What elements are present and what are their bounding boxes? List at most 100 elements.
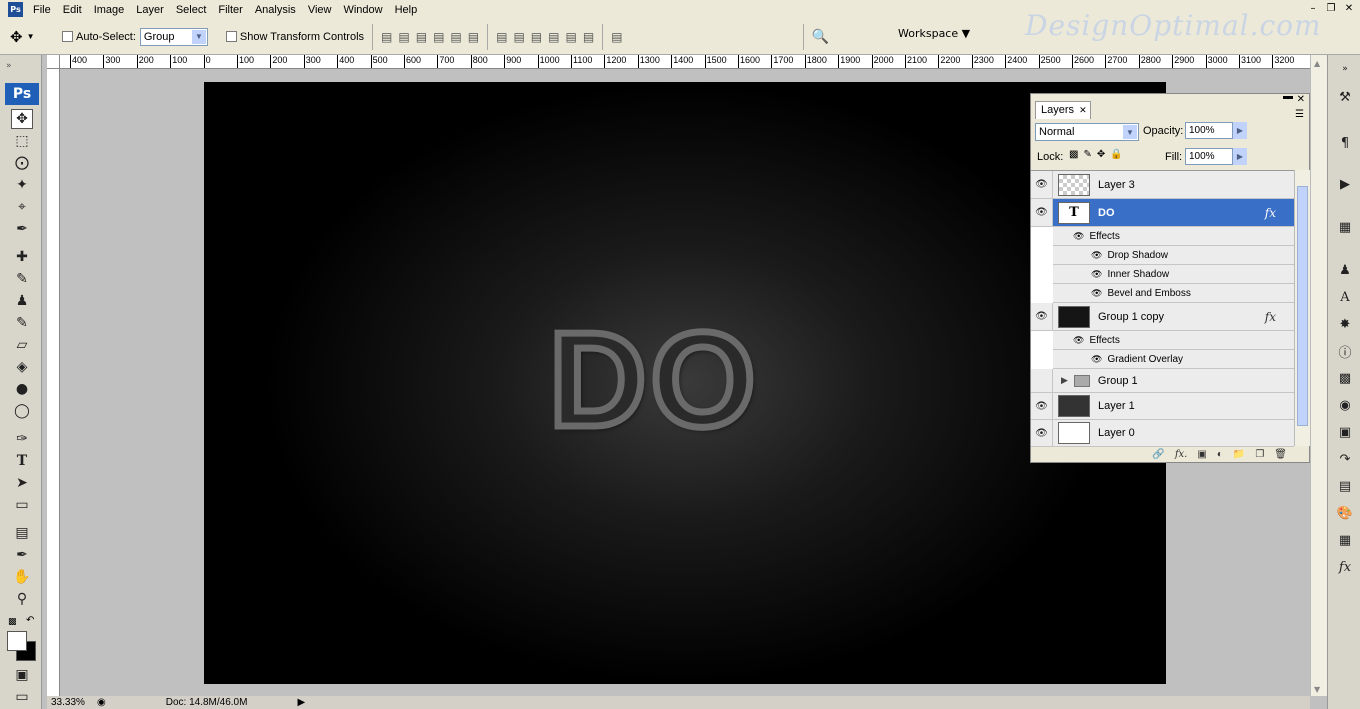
slice-tool-icon[interactable]: ✒ <box>11 219 33 239</box>
visibility-eye-icon[interactable]: 👁 <box>1073 231 1084 242</box>
color-icon[interactable]: 🎨 <box>1334 503 1356 523</box>
add-mask-icon[interactable]: ▣ <box>1197 449 1206 460</box>
eraser-tool-icon[interactable]: ▱ <box>11 335 33 355</box>
effect-row-inner-shadow[interactable]: 👁 Inner Shadow <box>1053 265 1294 284</box>
new-group-icon[interactable]: 📁 <box>1233 449 1245 460</box>
fx-icon[interactable]: fx <box>1265 310 1276 324</box>
visibility-eye-icon[interactable]: 👁 <box>1031 171 1053 198</box>
hand-tool-icon[interactable]: ✋ <box>11 567 33 587</box>
effect-row-gradient-overlay[interactable]: 👁 Gradient Overlay <box>1053 350 1294 369</box>
crop-tool-icon[interactable]: ⌖ <box>11 197 33 217</box>
visibility-eye-icon[interactable]: 👁 <box>1091 288 1102 299</box>
close-icon[interactable]: ✕ <box>1297 94 1305 105</box>
align-right-icon[interactable]: ▤ <box>468 30 479 44</box>
dock-collapse-icon[interactable]: » <box>1334 59 1356 79</box>
distribute-hcenter-icon[interactable]: ▤ <box>565 30 576 44</box>
auto-select-checkbox[interactable]: Auto-Select: <box>62 31 136 43</box>
zoom-level[interactable]: 33.33% <box>47 697 93 708</box>
align-left-icon[interactable]: ▤ <box>433 30 444 44</box>
notes-tool-icon[interactable]: ▤ <box>11 523 33 543</box>
marquee-tool-icon[interactable]: ⬚ <box>11 131 33 151</box>
menu-window[interactable]: Window <box>337 4 388 16</box>
align-top-icon[interactable]: ▤ <box>381 30 392 44</box>
visibility-eye-icon[interactable]: 👁 <box>1031 420 1053 446</box>
adjustments-fx-icon[interactable]: fx <box>1334 557 1356 577</box>
clone-stamp-icon[interactable]: ♟ <box>11 291 33 311</box>
menu-help[interactable]: Help <box>389 4 424 16</box>
screen-mode-icon[interactable]: ▭ <box>11 687 33 707</box>
foreground-color-swatch[interactable] <box>7 631 27 651</box>
menu-edit[interactable]: Edit <box>57 4 88 16</box>
fx-icon[interactable]: fx <box>1265 206 1276 220</box>
layer-comps-icon[interactable]: ▤ <box>1334 476 1356 496</box>
lock-position-icon[interactable]: ✥ <box>1097 149 1105 160</box>
toolbox-collapse-icon[interactable]: » <box>6 61 12 71</box>
eyedropper-icon[interactable]: ✒ <box>11 545 33 565</box>
restore-icon[interactable]: ❐ <box>1324 2 1338 15</box>
paint-bucket-icon[interactable]: ◈ <box>11 357 33 377</box>
layers-scrollbar[interactable] <box>1294 170 1310 446</box>
expand-triangle-icon[interactable]: ▶ <box>1061 375 1068 386</box>
info-icon[interactable]: ⓘ <box>1334 341 1356 361</box>
pen-tool-icon[interactable]: ✑ <box>11 429 33 449</box>
history-icon[interactable]: ↷ <box>1334 449 1356 469</box>
distribute-vcenter-icon[interactable]: ▤ <box>513 30 524 44</box>
channels-icon[interactable]: ▦ <box>1334 530 1356 550</box>
close-icon[interactable]: ✕ <box>1342 2 1356 15</box>
new-layer-icon[interactable]: ❐ <box>1255 449 1264 460</box>
photoshop-app-icon[interactable]: Ps <box>8 2 23 17</box>
minimize-icon[interactable]: ▬ <box>1283 91 1293 102</box>
layer-row-group-1[interactable]: ▶ Group 1 <box>1031 369 1294 393</box>
canvas-vertical-scrollbar[interactable]: ▲ ▼ <box>1310 55 1327 696</box>
distribute-right-icon[interactable]: ▤ <box>583 30 594 44</box>
bridge-icon[interactable]: 🔍 <box>812 28 829 45</box>
tab-layers[interactable]: Layers ✕ <box>1035 101 1091 119</box>
distribute-left-icon[interactable]: ▤ <box>548 30 559 44</box>
distribute-bottom-icon[interactable]: ▤ <box>531 30 542 44</box>
styles-icon[interactable]: ◉ <box>1334 395 1356 415</box>
actions-icon[interactable]: ▶ <box>1334 174 1356 194</box>
clone-source-icon[interactable]: ♟ <box>1334 260 1356 280</box>
layer-row-layer-1[interactable]: 👁 Layer 1 <box>1031 393 1294 420</box>
character-icon[interactable]: A <box>1334 287 1356 307</box>
opacity-slider-arrow[interactable]: ▶ <box>1233 122 1247 139</box>
effect-row-bevel-emboss[interactable]: 👁 Bevel and Emboss <box>1053 284 1294 303</box>
close-icon[interactable]: ✕ <box>1079 105 1087 115</box>
history-brush-icon[interactable]: ✎ <box>11 313 33 333</box>
effect-row-drop-shadow[interactable]: 👁 Drop Shadow <box>1053 246 1294 265</box>
type-tool-icon[interactable]: T <box>11 451 33 471</box>
layer-row-layer-0[interactable]: 👁 Layer 0 <box>1031 420 1294 447</box>
navigator-icon[interactable]: ✸ <box>1334 314 1356 334</box>
visibility-toggle-empty[interactable] <box>1031 369 1053 392</box>
visibility-eye-icon[interactable]: 👁 <box>1031 199 1053 226</box>
effects-row[interactable]: 👁 Effects <box>1053 227 1294 246</box>
status-arrow-icon[interactable]: ▶ <box>297 697 305 708</box>
auto-select-dropdown[interactable]: Group ▼ <box>139 27 208 46</box>
menu-filter[interactable]: Filter <box>212 4 248 16</box>
magic-wand-icon[interactable]: ✦ <box>11 175 33 195</box>
link-layers-icon[interactable]: 🔗 <box>1152 449 1164 460</box>
new-adjustment-layer-icon[interactable]: ◐ <box>1217 449 1223 460</box>
document-canvas[interactable]: DO <box>204 82 1166 684</box>
visibility-eye-icon[interactable]: 👁 <box>1031 393 1053 419</box>
scroll-up-icon[interactable]: ▲ <box>1314 59 1320 68</box>
path-selection-icon[interactable]: ➤ <box>11 473 33 493</box>
fill-input[interactable]: 100% <box>1185 148 1233 165</box>
histogram-icon[interactable]: ▦ <box>1334 217 1356 237</box>
align-bottom-icon[interactable]: ▤ <box>416 30 427 44</box>
menu-view[interactable]: View <box>302 4 338 16</box>
menu-layer[interactable]: Layer <box>130 4 170 16</box>
layer-row-do[interactable]: 👁 T DO fx <box>1031 199 1294 227</box>
scroll-thumb[interactable] <box>1297 186 1308 426</box>
layer-row-layer-3[interactable]: 👁 Layer 3 <box>1031 171 1294 199</box>
lasso-tool-icon[interactable]: ⨀ <box>11 153 33 173</box>
blur-tool-icon[interactable]: ● <box>11 379 33 399</box>
menu-select[interactable]: Select <box>170 4 213 16</box>
healing-brush-icon[interactable]: ✚ <box>11 247 33 267</box>
swatches-icon[interactable]: ▩ <box>1334 368 1356 388</box>
shape-tool-icon[interactable]: ▭ <box>11 495 33 515</box>
default-colors-icon[interactable]: ▩ <box>8 617 17 627</box>
zoom-tool-icon[interactable]: ⚲ <box>11 589 33 609</box>
show-transform-checkbox[interactable]: Show Transform Controls <box>225 31 364 43</box>
opacity-input[interactable]: 100% <box>1185 122 1233 139</box>
